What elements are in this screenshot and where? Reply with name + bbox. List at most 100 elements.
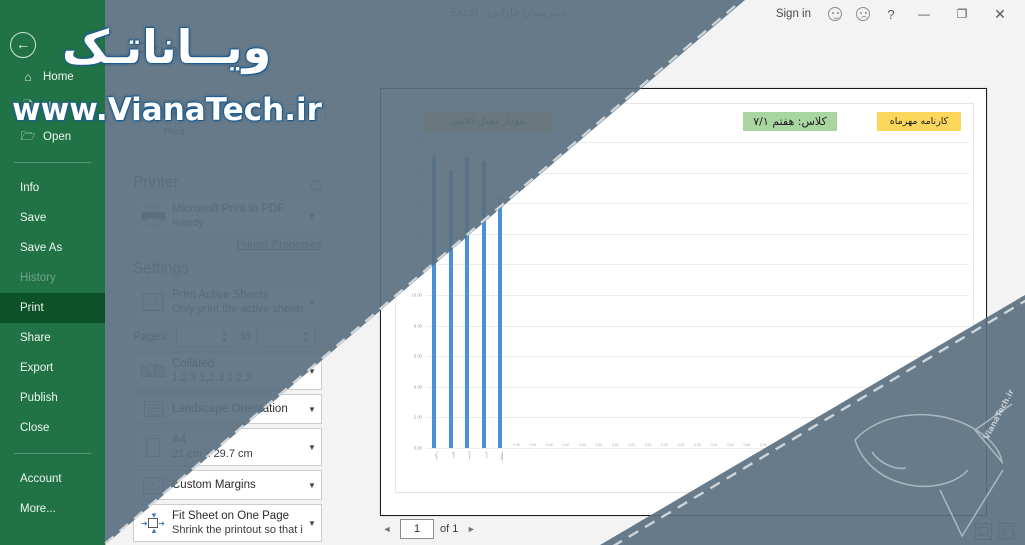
- sidebar-item-more[interactable]: More...: [0, 494, 105, 524]
- sidebar-item-label: Close: [20, 422, 50, 434]
- bar: [498, 201, 503, 448]
- sad-face-icon[interactable]: [849, 1, 877, 27]
- settings-section: Settings Print Active Sheets Only print …: [105, 260, 350, 545]
- pages-from-spin-arrows[interactable]: ▲ ▼: [219, 328, 230, 347]
- x-axis-tick-label: -: [598, 451, 603, 453]
- y-axis-tick-label: 8.00: [413, 323, 422, 329]
- copies-input[interactable]: [269, 105, 309, 124]
- sidebar-item-publish[interactable]: Publish: [0, 383, 105, 413]
- preview-page-content: نمودار معدل کلاسی کلاس: هفتم ۷/۱ کارنامه…: [395, 103, 974, 493]
- sidebar-item-print[interactable]: Print: [0, 293, 105, 323]
- x-axis-tick-label: -: [582, 451, 587, 453]
- collation-select[interactable]: Collated 1,2,3 1,2,3 1,2,3 ▼: [133, 352, 322, 390]
- sidebar-item-save[interactable]: Save: [0, 203, 105, 233]
- sidebar-item-export[interactable]: Export: [0, 353, 105, 383]
- minimize-button[interactable]: —: [905, 1, 943, 27]
- y-axis-tick-label: 10.00: [411, 292, 422, 298]
- x-axis-tick-label: علوم: [450, 451, 455, 458]
- printer-properties-link[interactable]: Printer Properties: [105, 239, 322, 251]
- orientation-select[interactable]: Landscape Orientation ▼: [133, 394, 322, 424]
- chevron-down-icon: ▼: [308, 480, 316, 490]
- pages-to-label: to: [240, 330, 251, 343]
- printer-select[interactable]: Microsoft Print to PDF Ready ▼: [133, 197, 322, 235]
- sidebar-item-info[interactable]: Info: [0, 173, 105, 203]
- sign-in-button[interactable]: Sign in: [766, 8, 821, 20]
- sidebar-item-home[interactable]: ⌂ Home: [0, 62, 105, 92]
- x-axis-tick-label: -: [615, 451, 620, 453]
- next-page-button[interactable]: ►: [464, 520, 478, 538]
- x-axis-tick-label: -: [681, 451, 686, 453]
- page-number-input[interactable]: [400, 519, 434, 539]
- chart-title-badge: نمودار معدل کلاسی: [424, 112, 552, 131]
- x-axis-tick-label: عربی: [483, 451, 488, 459]
- previous-page-button[interactable]: ◄: [380, 520, 394, 538]
- bar-value-label: 0.00: [644, 443, 652, 447]
- bar-value-label: 0.00: [842, 443, 849, 447]
- page-count-label: of 1: [440, 523, 459, 535]
- back-arrow-icon[interactable]: ←: [10, 32, 36, 58]
- bar-value-label: 19.15: [429, 150, 439, 155]
- pages-from-input[interactable]: [176, 327, 217, 347]
- bar-value-label: 0.00: [727, 443, 734, 447]
- bar-value-label: 0.00: [908, 443, 915, 447]
- x-axis-tick-label: -: [746, 451, 751, 453]
- preview-page[interactable]: نمودار معدل کلاسی کلاس: هفتم ۷/۱ کارنامه…: [380, 88, 987, 516]
- sidebar-item-save-as[interactable]: Save As: [0, 233, 105, 263]
- info-icon[interactable]: i: [311, 180, 322, 191]
- sidebar-item-label: Info: [20, 182, 40, 194]
- x-axis-tick-label: -: [532, 451, 537, 453]
- x-axis-tick-label: -: [944, 451, 949, 453]
- bar-value-label: 0.00: [710, 443, 718, 447]
- x-axis-tick-label: ریاضی: [434, 451, 439, 461]
- y-axis-tick-label: 12.00: [411, 261, 422, 267]
- paper-size-select[interactable]: A4 21 cm x 29.7 cm ▼: [133, 428, 322, 466]
- margins-icon: [134, 467, 172, 503]
- pages-to-input[interactable]: [258, 327, 299, 347]
- chevron-down-icon: ▼: [308, 366, 316, 376]
- folder-icon: 🗁: [20, 128, 36, 143]
- bar-value-label: 0.00: [677, 443, 685, 447]
- copies-stepper[interactable]: ▲▼: [268, 104, 326, 125]
- copies-spin-arrows[interactable]: ▲ ▼: [311, 106, 322, 125]
- zoom-to-page-button[interactable]: [998, 523, 1015, 540]
- pages-from-stepper[interactable]: ▲ ▼: [175, 326, 234, 347]
- show-margins-button[interactable]: [975, 523, 992, 540]
- pages-to-spin-arrows[interactable]: ▲ ▼: [300, 328, 311, 347]
- y-axis-tick-label: 0.00: [413, 445, 422, 451]
- sidebar-item-label: Save As: [20, 242, 63, 254]
- orientation-icon: [134, 391, 172, 427]
- orientation-main: Landscape Orientation: [172, 402, 288, 415]
- sidebar-item-close[interactable]: Close: [0, 413, 105, 443]
- sidebar-item-label: Open: [43, 131, 72, 143]
- close-button[interactable]: ✕: [981, 1, 1019, 27]
- sidebar-item-account[interactable]: Account: [0, 464, 105, 494]
- help-icon[interactable]: ?: [877, 1, 905, 27]
- chevron-down-icon: ▼: [308, 297, 316, 307]
- printer-section: Printer i Microsoft Print to PDF Ready ▼…: [105, 174, 350, 251]
- margins-select[interactable]: Custom Margins ▼: [133, 470, 322, 500]
- sidebar-item-share[interactable]: Share: [0, 323, 105, 353]
- chart-plot-area: 0.00 2.00 4.00 6.00 8.00 10.00 12.00 14.00 16.00…: [412, 140, 969, 464]
- happy-face-icon[interactable]: [821, 1, 849, 27]
- sidebar-item-new[interactable]: 🗋 New: [0, 92, 105, 122]
- y-axis-tick-label: 20.00: [411, 139, 422, 145]
- scaling-select[interactable]: ➜ ➜ ▼ ▲ Fit Sheet on One Page Shrink the p…: [133, 504, 322, 542]
- print-what-sub: Only print the active sheets: [172, 303, 303, 316]
- bar-value-label: 0.00: [546, 443, 553, 447]
- print-what-select[interactable]: Print Active Sheets Only print the activ…: [133, 283, 322, 321]
- pages-to-stepper[interactable]: ▲ ▼: [257, 326, 316, 347]
- sidebar-divider-top: [14, 162, 91, 163]
- bar-value-label: 0.00: [760, 443, 767, 447]
- bar-value-label: 0.00: [858, 443, 866, 447]
- sidebar-item-label: Account: [20, 473, 62, 485]
- bar-value-label: 0.00: [579, 443, 586, 447]
- sidebar-item-open[interactable]: 🗁 Open: [0, 122, 105, 152]
- x-axis-tick-label: -: [911, 451, 916, 453]
- restore-button[interactable]: ❐: [943, 1, 981, 27]
- bar-value-label: 18.74: [479, 156, 488, 161]
- sidebar-item-label: History: [20, 272, 56, 284]
- print-button[interactable]: Print: [141, 86, 207, 152]
- page-title: Print: [133, 36, 187, 66]
- bar-value-label: 0.00: [694, 443, 701, 447]
- sidebar-item-label: Share: [20, 332, 51, 344]
